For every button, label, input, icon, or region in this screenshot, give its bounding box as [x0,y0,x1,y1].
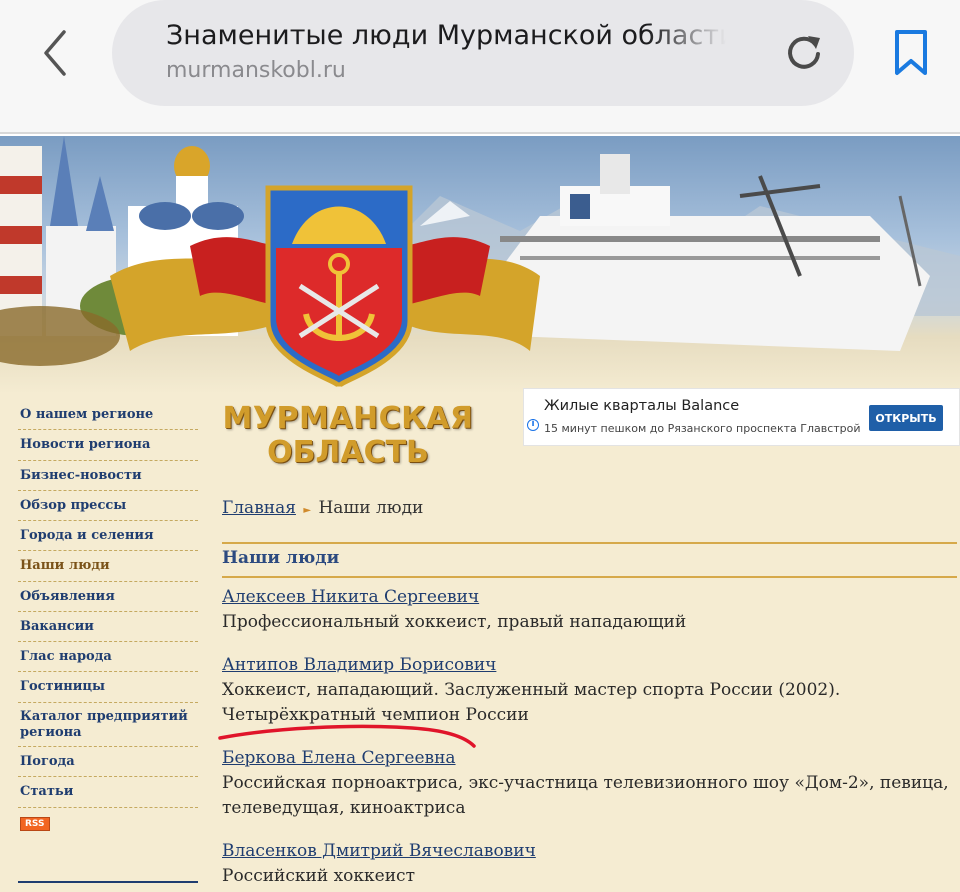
person-name-link[interactable]: Антипов Владимир Борисович [222,652,496,678]
list-item: Антипов Владимир Борисович Хоккеист, нап… [222,652,957,728]
sidebar-item-articles[interactable]: Статьи [18,777,198,808]
chevron-left-icon [44,30,66,76]
site-page: МУРМАНСКАЯ ОБЛАСТЬ i Жилые кварталы Bala… [0,136,960,892]
section-heading: Наши люди [222,542,957,578]
reload-button[interactable] [782,30,826,74]
breadcrumb: Главная ► Наши люди [222,498,423,518]
url-domain: murmanskobl.ru [166,58,346,83]
logo-line-2: ОБЛАСТЬ [267,435,429,470]
ad-banner[interactable]: i Жилые кварталы Balance 15 минут пешком… [523,388,960,446]
sidebar-item-ads[interactable]: Объявления [18,582,198,612]
person-name-link[interactable]: Власенков Дмитрий Вячеславович [222,838,536,864]
site-logo[interactable]: МУРМАНСКАЯ ОБЛАСТЬ [208,404,488,468]
banner-illustration [0,136,960,388]
sidebar-item-hotels[interactable]: Гостиницы [18,672,198,703]
breadcrumb-separator-icon: ► [303,505,312,516]
page-title: Знаменитые люди Мурманской области [166,20,726,51]
sidebar-item-region-news[interactable]: Новости региона [18,430,198,461]
person-description: Хоккеист, нападающий. Заслуженный мастер… [222,680,841,725]
person-description: Российский хоккеист [222,866,415,886]
sidebar-item-vacancies[interactable]: Вакансии [18,612,198,642]
sidebar-item-our-people[interactable]: Наши люди [18,551,198,582]
list-item: Алексеев Никита Сергеевич Профессиональн… [222,584,957,635]
person-description: Российская порноактриса, экс-участница т… [222,773,949,818]
header-banner [0,136,960,394]
sidebar-nav: О нашем регионе Новости региона Бизнес-н… [18,400,198,831]
breadcrumb-home-link[interactable]: Главная [222,498,296,518]
ad-title: Жилые кварталы Balance [544,398,740,414]
sidebar-item-press-review[interactable]: Обзор прессы [18,491,198,521]
browser-toolbar: Знаменитые люди Мурманской области murma… [0,0,960,134]
list-item: Беркова Елена Сергеевна Российская порно… [222,745,957,821]
sidebar-divider [18,881,198,883]
address-bar[interactable]: Знаменитые люди Мурманской области murma… [112,0,854,106]
person-description: Профессиональный хоккеист, правый напада… [222,612,687,632]
sidebar-item-voice-of-people[interactable]: Глас народа [18,642,198,673]
ad-open-button[interactable]: ОТКРЫТЬ [869,405,943,431]
list-item: Власенков Дмитрий Вячеславович Российски… [222,838,957,889]
ad-info-icon[interactable]: i [527,419,539,431]
person-name-link[interactable]: Беркова Елена Сергеевна [222,745,456,771]
coat-of-arms [265,185,413,388]
ad-subtitle: 15 минут пешком до Рязанского проспекта … [544,422,861,435]
breadcrumb-current: Наши люди [318,498,424,518]
back-button[interactable] [30,28,80,78]
reload-icon [788,36,820,69]
logo-line-1: МУРМАНСКАЯ [222,401,474,436]
sidebar-item-business-news[interactable]: Бизнес-новости [18,461,198,491]
sidebar-item-weather[interactable]: Погода [18,747,198,778]
bookmark-button[interactable] [888,28,934,78]
person-name-link[interactable]: Алексеев Никита Сергеевич [222,584,479,610]
bookmark-icon [895,30,927,75]
rss-badge[interactable]: RSS [20,816,50,831]
sidebar-item-towns[interactable]: Города и селения [18,521,198,552]
people-list: Алексеев Никита Сергеевич Профессиональн… [222,584,957,892]
sidebar-item-catalog[interactable]: Каталог предприятий региона [18,703,198,747]
sidebar-item-about-region[interactable]: О нашем регионе [18,400,198,431]
